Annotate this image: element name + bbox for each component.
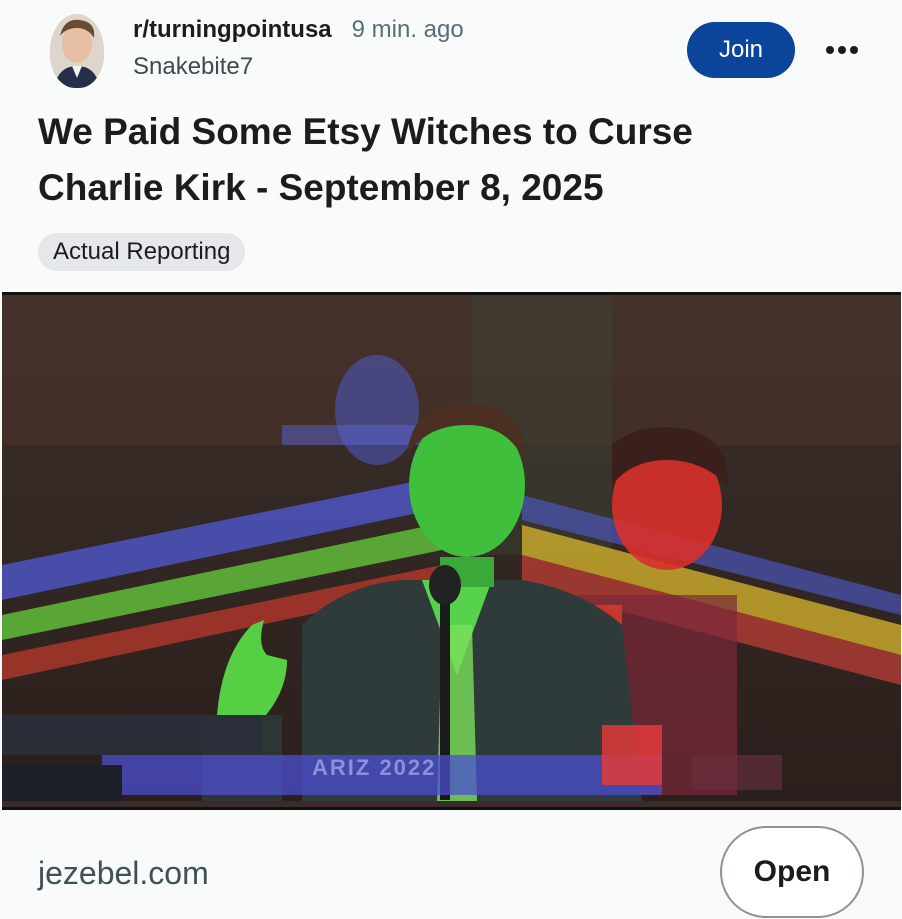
post-title[interactable]: We Paid Some Etsy Witches to Curse Charl… xyxy=(38,104,798,216)
author-username[interactable]: Snakebite7 xyxy=(133,53,464,81)
open-link-button[interactable]: Open xyxy=(720,826,864,918)
link-domain[interactable]: jezebel.com xyxy=(38,855,209,892)
post-time: 9 min. ago xyxy=(351,16,464,43)
post-meta: r/turningpointusa 9 min. ago Snakebite7 xyxy=(133,16,464,81)
post-flair[interactable]: Actual Reporting xyxy=(38,233,246,271)
post-card[interactable]: r/turningpointusa 9 min. ago Snakebite7 … xyxy=(0,0,902,919)
subreddit-link[interactable]: r/turningpointusa xyxy=(133,16,332,44)
more-options-icon[interactable] xyxy=(820,36,864,64)
avatar[interactable] xyxy=(50,14,104,88)
join-button[interactable]: Join xyxy=(687,22,795,78)
glitch-image-art xyxy=(2,295,901,801)
post-image[interactable]: ARIZ 2022 xyxy=(2,292,901,810)
image-caption-text: ARIZ 2022 xyxy=(312,755,437,780)
